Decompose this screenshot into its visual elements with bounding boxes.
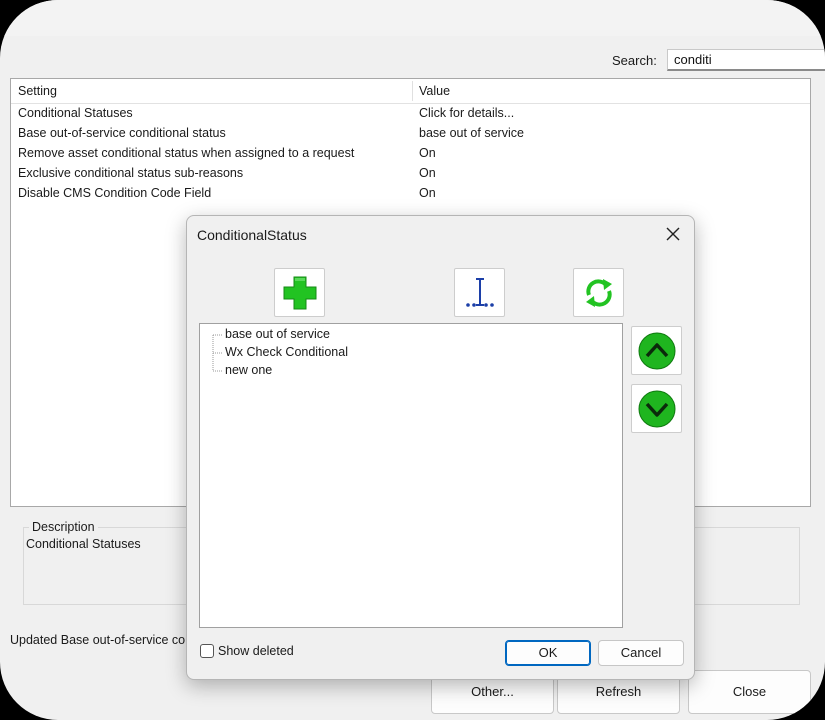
description-text: Conditional Statuses (26, 537, 141, 551)
grid-header: Setting Value (11, 79, 810, 104)
cancel-button[interactable]: Cancel (598, 640, 684, 666)
setting-name: Remove asset conditional status when ass… (18, 146, 355, 160)
grid-row[interactable]: Remove asset conditional status when ass… (11, 144, 810, 164)
text-cursor-icon (466, 278, 494, 307)
setting-name: Base out-of-service conditional status (18, 126, 226, 140)
dialog-title: ConditionalStatus (197, 227, 307, 243)
grid-row[interactable]: Conditional Statuses Click for details..… (11, 104, 810, 124)
close-icon (666, 227, 680, 241)
tree-item[interactable]: base out of service (225, 327, 330, 341)
grid-row[interactable]: Exclusive conditional status sub-reasons… (11, 164, 810, 184)
close-button[interactable]: Close (688, 670, 811, 714)
conditional-status-dialog: ConditionalStatus base out of service Wx… (186, 215, 695, 680)
move-down-button[interactable] (631, 384, 682, 433)
grid-row[interactable]: Disable CMS Condition Code Field On (11, 184, 810, 204)
setting-value[interactable]: On (419, 166, 436, 180)
move-up-button[interactable] (631, 326, 682, 375)
setting-name: Disable CMS Condition Code Field (18, 186, 212, 200)
setting-value[interactable]: On (419, 146, 436, 160)
dialog-close-button[interactable] (662, 223, 684, 245)
show-deleted-checkbox[interactable] (200, 644, 214, 658)
show-deleted-label[interactable]: Show deleted (218, 644, 294, 658)
refresh-list-button[interactable] (573, 268, 624, 317)
tree-item[interactable]: new one (225, 363, 272, 377)
dialog-titlebar[interactable]: ConditionalStatus (187, 216, 694, 252)
arrow-down-icon (638, 390, 676, 428)
arrow-up-icon (638, 332, 676, 370)
search-label: Search: (612, 53, 657, 68)
setting-name: Conditional Statuses (18, 106, 133, 120)
setting-value[interactable]: On (419, 186, 436, 200)
column-divider[interactable] (412, 81, 413, 101)
ok-button[interactable]: OK (505, 640, 591, 666)
rename-status-button[interactable] (454, 268, 505, 317)
plus-icon (283, 276, 317, 310)
setting-value[interactable]: Click for details... (419, 106, 514, 120)
column-header-setting[interactable]: Setting (18, 84, 57, 98)
search-input[interactable] (667, 49, 825, 71)
status-message: Updated Base out-of-service co (10, 633, 186, 647)
tree-item[interactable]: Wx Check Conditional (225, 345, 348, 359)
status-tree: base out of service Wx Check Conditional… (199, 323, 623, 628)
setting-value[interactable]: base out of service (419, 126, 524, 140)
title-strip (0, 0, 825, 36)
column-header-value[interactable]: Value (419, 84, 450, 98)
setting-name: Exclusive conditional status sub-reasons (18, 166, 244, 180)
description-legend: Description (29, 520, 98, 534)
settings-window: Search: Setting Value Conditional Status… (0, 0, 825, 720)
refresh-icon (586, 279, 612, 307)
add-status-button[interactable] (274, 268, 325, 317)
grid-row[interactable]: Base out-of-service conditional status b… (11, 124, 810, 144)
